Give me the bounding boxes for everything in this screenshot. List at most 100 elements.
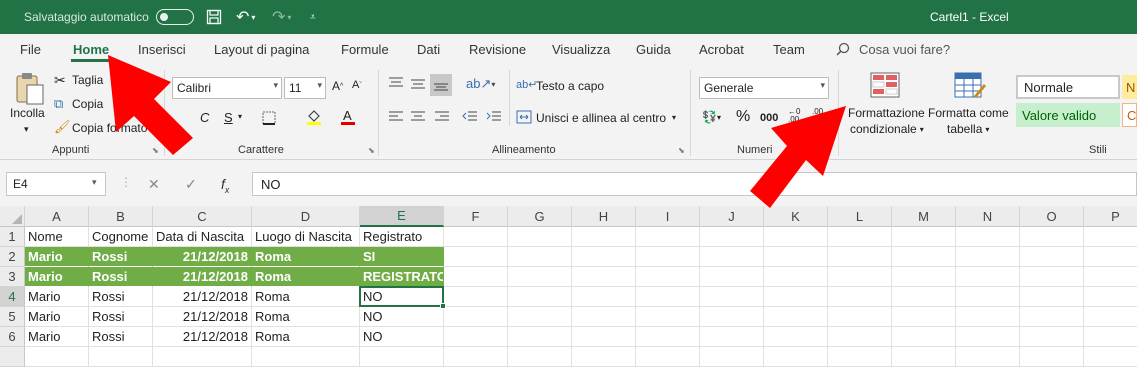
cell-k7[interactable] — [764, 347, 828, 367]
cell-h4[interactable] — [572, 287, 636, 307]
cell-a4[interactable]: Mario — [25, 287, 89, 307]
cell-j4[interactable] — [700, 287, 764, 307]
cell-o1[interactable] — [1020, 227, 1084, 247]
fill-handle[interactable] — [440, 303, 446, 309]
cell-c3[interactable]: 21/12/2018 — [153, 267, 252, 287]
italic-icon[interactable]: C — [200, 110, 209, 125]
chevron-down-icon[interactable]: ▾ — [672, 113, 676, 122]
align-bottom-icon[interactable] — [430, 74, 452, 96]
cell-p5[interactable] — [1084, 307, 1137, 327]
column-header-g[interactable]: G — [508, 206, 572, 227]
cell-a7[interactable] — [25, 347, 89, 367]
cell-k4[interactable] — [764, 287, 828, 307]
cell-b2[interactable]: Rossi — [89, 247, 153, 267]
tab-view[interactable]: Visualizza — [552, 34, 610, 64]
cell-a6[interactable]: Mario — [25, 327, 89, 347]
merge-center-button[interactable]: Unisci e allinea al centro — [536, 111, 666, 125]
tab-file[interactable]: File — [20, 34, 41, 64]
cell-h5[interactable] — [572, 307, 636, 327]
font-launcher-icon[interactable]: ⬊ — [368, 146, 375, 155]
cell-d3[interactable]: Roma — [252, 267, 360, 287]
column-header-i[interactable]: I — [636, 206, 700, 227]
cell-i2[interactable] — [636, 247, 700, 267]
cell-l6[interactable] — [828, 327, 892, 347]
cell-c7[interactable] — [153, 347, 252, 367]
decrease-font-icon[interactable]: Aˇ — [352, 79, 362, 91]
cell-e2[interactable]: SI — [360, 247, 444, 267]
column-header-j[interactable]: J — [700, 206, 764, 227]
paste-button[interactable]: Incolla — [10, 106, 45, 120]
column-header-f[interactable]: F — [444, 206, 508, 227]
copy-icon[interactable]: ⧉ — [54, 96, 63, 112]
cell-g1[interactable] — [508, 227, 572, 247]
number-format-select[interactable]: Generale ▾ — [699, 77, 829, 99]
increase-indent-icon[interactable] — [486, 110, 502, 124]
cell-o2[interactable] — [1020, 247, 1084, 267]
column-header-e[interactable]: E — [360, 206, 444, 227]
cell-e3[interactable]: REGISTRATO — [360, 267, 444, 287]
tab-page-layout[interactable]: Layout di pagina — [214, 34, 309, 64]
tab-formulas[interactable]: Formule — [341, 34, 389, 64]
cell-l4[interactable] — [828, 287, 892, 307]
align-right-icon[interactable] — [434, 110, 450, 124]
cell-b4[interactable]: Rossi — [89, 287, 153, 307]
cell-p6[interactable] — [1084, 327, 1137, 347]
tab-data[interactable]: Dati — [417, 34, 440, 64]
cell-o5[interactable] — [1020, 307, 1084, 327]
column-header-k[interactable]: K — [764, 206, 828, 227]
undo-icon[interactable]: ↶ ▾ — [236, 0, 255, 34]
cell-n1[interactable] — [956, 227, 1020, 247]
merge-center-icon[interactable] — [516, 110, 532, 124]
row-header[interactable]: 1 — [0, 227, 25, 247]
column-header-b[interactable]: B — [89, 206, 153, 227]
style-calculation[interactable]: C — [1122, 103, 1137, 127]
cell-n5[interactable] — [956, 307, 1020, 327]
cell-p7[interactable] — [1084, 347, 1137, 367]
alignment-launcher-icon[interactable]: ⬊ — [678, 146, 685, 155]
autosave-toggle[interactable] — [156, 9, 194, 25]
cell-i1[interactable] — [636, 227, 700, 247]
cell-i7[interactable] — [636, 347, 700, 367]
cell-c1[interactable]: Data di Nascita — [153, 227, 252, 247]
cell-k2[interactable] — [764, 247, 828, 267]
clipboard-launcher-icon[interactable]: ⬊ — [152, 146, 159, 155]
cell-j2[interactable] — [700, 247, 764, 267]
cancel-icon[interactable]: ✕ — [148, 176, 160, 193]
format-as-table-icon[interactable] — [954, 72, 986, 100]
cell-d7[interactable] — [252, 347, 360, 367]
cell-h1[interactable] — [572, 227, 636, 247]
column-header-h[interactable]: H — [572, 206, 636, 227]
cell-f5[interactable] — [444, 307, 508, 327]
percent-icon[interactable]: % — [736, 108, 750, 126]
wrap-text-icon[interactable]: ab↵ — [516, 78, 537, 91]
cell-b5[interactable]: Rossi — [89, 307, 153, 327]
cell-j5[interactable] — [700, 307, 764, 327]
style-normal[interactable]: Normale — [1016, 75, 1120, 99]
increase-decimal-icon[interactable]: ←0.00 — [788, 108, 800, 124]
cell-n7[interactable] — [956, 347, 1020, 367]
cell-f2[interactable] — [444, 247, 508, 267]
cell-e6[interactable]: NO — [360, 327, 444, 347]
cell-g6[interactable] — [508, 327, 572, 347]
enter-icon[interactable]: ✓ — [185, 176, 197, 193]
cell-m4[interactable] — [892, 287, 956, 307]
row-header[interactable]: 3 — [0, 267, 25, 287]
tab-help[interactable]: Guida — [636, 34, 671, 64]
align-left-icon[interactable] — [388, 110, 404, 124]
cell-h2[interactable] — [572, 247, 636, 267]
cell-g5[interactable] — [508, 307, 572, 327]
tab-team[interactable]: Team — [773, 34, 805, 64]
cell-c2[interactable]: 21/12/2018 — [153, 247, 252, 267]
formula-input[interactable]: NO — [252, 172, 1137, 196]
borders-icon[interactable] — [262, 111, 276, 125]
cell-k3[interactable] — [764, 267, 828, 287]
style-neutral[interactable]: N — [1122, 75, 1137, 99]
cell-f4[interactable] — [444, 287, 508, 307]
column-header-p[interactable]: P — [1084, 206, 1137, 227]
name-box[interactable]: E4 — [6, 172, 106, 196]
chevron-down-icon[interactable]: ▾ — [238, 112, 242, 121]
row-header[interactable]: 4 — [0, 287, 25, 307]
column-header-c[interactable]: C — [153, 206, 252, 227]
cell-m1[interactable] — [892, 227, 956, 247]
cell-c5[interactable]: 21/12/2018 — [153, 307, 252, 327]
